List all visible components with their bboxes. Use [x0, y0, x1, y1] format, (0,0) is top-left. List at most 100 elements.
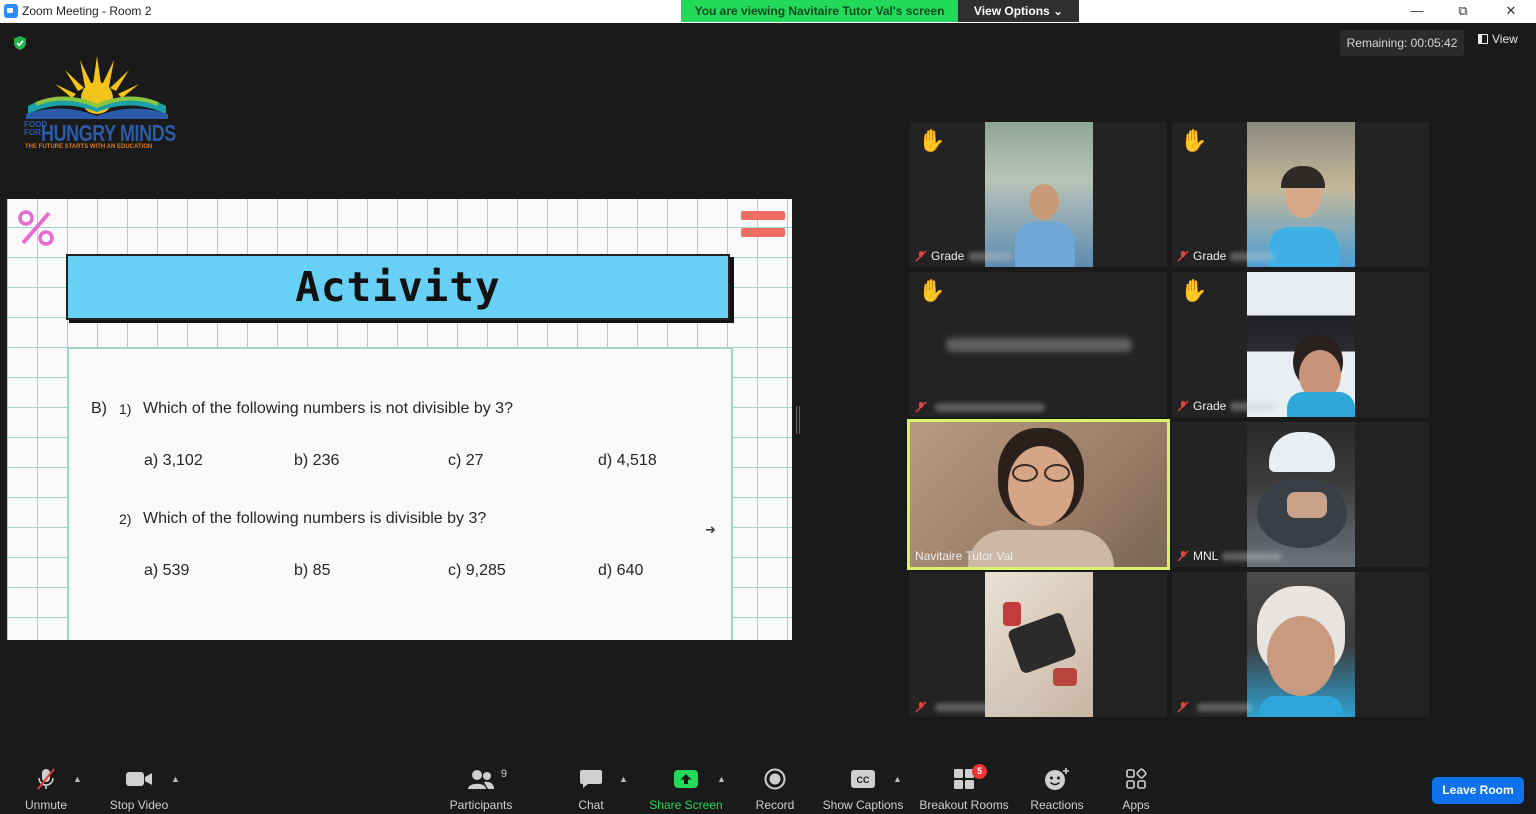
participants-button[interactable]: 9 Participants	[445, 766, 517, 812]
participant-video	[1247, 122, 1355, 267]
chat-bubble-icon	[580, 770, 602, 788]
viewing-screen-banner: You are viewing Navitaire Tutor Val's sc…	[681, 0, 958, 22]
participant-name-row: MNL	[1177, 549, 1283, 563]
active-speaker-tile[interactable]: Navitaire Tutor Val	[907, 419, 1170, 570]
question-1-number: 1)	[119, 401, 132, 417]
raised-hand-icon: ✋	[1180, 128, 1208, 153]
participant-video	[1247, 422, 1355, 567]
raised-hand-icon: ✋	[1180, 278, 1208, 303]
chat-label: Chat	[578, 798, 604, 812]
breakout-rooms-button[interactable]: 5 Breakout Rooms	[918, 764, 1010, 812]
question-1-option-b: b) 236	[294, 452, 340, 469]
participant-tile[interactable]	[1172, 572, 1429, 717]
closed-captions-icon: CC	[851, 770, 875, 788]
participant-video	[985, 122, 1093, 267]
share-options-caret-icon[interactable]: ▲	[717, 774, 726, 784]
reactions-button[interactable]: Reactions	[1028, 766, 1086, 812]
mic-muted-icon	[915, 401, 927, 413]
logo-tagline: THE FUTURE STARTS WITH AN EDUCATION	[25, 144, 153, 150]
unmute-label: Unmute	[24, 798, 68, 812]
participant-name: Grade	[931, 249, 965, 263]
split-view-resize-handle[interactable]	[796, 406, 800, 434]
logo-sun-book-graphic	[26, 56, 168, 119]
maximize-button[interactable]: ⧉	[1440, 0, 1486, 23]
view-button[interactable]: View	[1478, 32, 1518, 46]
close-button[interactable]: ✕	[1488, 0, 1534, 23]
meeting-toolbar: Unmute ▲ Stop Video ▲ 9 Participants Cha…	[0, 760, 1536, 814]
record-button[interactable]: Record	[751, 766, 799, 812]
question-1-text: Which of the following numbers is not di…	[143, 400, 513, 417]
view-button-label: View	[1492, 32, 1518, 46]
share-screen-button[interactable]: Share Screen	[648, 766, 724, 812]
chat-options-caret-icon[interactable]: ▲	[619, 774, 628, 784]
apps-button[interactable]: Apps	[1118, 766, 1154, 812]
question-1-option-d: d) 4,518	[598, 452, 657, 469]
participant-name-row: Grade	[1177, 249, 1276, 263]
participant-video	[910, 422, 1167, 567]
title-bar: Zoom Meeting - Room 2 You are viewing Na…	[0, 0, 1536, 23]
participant-name-row	[915, 701, 1040, 713]
question-2-option-a: a) 539	[144, 562, 190, 579]
raised-hand-icon: ✋	[918, 278, 946, 303]
logo-hungry-minds: HUNGRY MINDS	[41, 120, 176, 146]
arrow-right-icon: ➜	[705, 522, 716, 537]
mic-muted-icon	[1177, 550, 1189, 562]
mic-muted-icon	[1177, 250, 1189, 262]
zoom-app-icon	[4, 4, 18, 18]
slide-title: Activity	[295, 263, 501, 311]
raised-hand-icon: ✋	[918, 128, 946, 153]
stop-video-button[interactable]: Stop Video	[108, 766, 170, 812]
microphone-muted-icon	[37, 768, 55, 790]
svg-text:CC: CC	[857, 775, 870, 785]
audio-options-caret-icon[interactable]: ▲	[73, 774, 82, 784]
participant-tile[interactable]: ✋ Grade	[1172, 122, 1429, 267]
question-1-option-a: a) 3,102	[144, 452, 203, 469]
equals-icon	[741, 211, 785, 239]
window-title: Zoom Meeting - Room 2	[22, 4, 152, 18]
slide-title-banner: Activity	[66, 254, 730, 320]
unmute-button[interactable]: Unmute	[18, 766, 74, 812]
show-captions-button[interactable]: CC Show Captions	[822, 766, 904, 812]
reactions-emoji-icon	[1045, 768, 1069, 790]
participant-name: MNL	[1193, 549, 1219, 563]
participant-name: Grade	[1193, 399, 1227, 413]
participant-name-row: Navitaire Tutor Val	[915, 549, 1013, 563]
shared-screen-slide: Activity B) 1) Which of the following nu…	[7, 199, 792, 640]
logo-food-for: FOOD FOR	[24, 120, 48, 137]
apps-label: Apps	[1122, 798, 1150, 812]
apps-icon	[1126, 768, 1147, 789]
share-screen-label: Share Screen	[649, 798, 723, 812]
participant-tile[interactable]: ✋ Grade	[1172, 272, 1429, 417]
zoom-meeting-window: Zoom Meeting - Room 2 You are viewing Na…	[0, 0, 1536, 814]
mic-muted-icon	[915, 701, 927, 713]
question-2-option-b: b) 85	[294, 562, 331, 579]
participant-name-row	[1177, 701, 1252, 713]
participant-tile[interactable]: ✋	[910, 272, 1167, 417]
participant-tile[interactable]	[910, 572, 1167, 717]
mic-muted-icon	[1177, 701, 1189, 713]
leave-room-button[interactable]: Leave Room	[1432, 777, 1524, 804]
video-options-caret-icon[interactable]: ▲	[171, 774, 180, 784]
question-1-option-c: c) 27	[448, 452, 484, 469]
view-options-button[interactable]: View Options ⌄	[958, 0, 1079, 22]
question-panel: B) 1) Which of the following numbers is …	[67, 347, 733, 640]
question-2-option-d: d) 640	[598, 562, 644, 579]
participant-tile[interactable]: ✋ Grade	[910, 122, 1167, 267]
chat-button[interactable]: Chat	[571, 766, 611, 812]
captions-options-caret-icon[interactable]: ▲	[893, 774, 902, 784]
participant-name: Grade	[1193, 249, 1227, 263]
remaining-time-badge: Remaining: 00:05:42	[1340, 30, 1464, 56]
participant-name-placeholder	[946, 338, 1132, 352]
participant-tile[interactable]: MNL	[1172, 422, 1429, 567]
minimize-button[interactable]: —	[1394, 0, 1440, 23]
record-label: Record	[755, 798, 795, 812]
participants-count: 9	[500, 768, 507, 780]
breakout-rooms-badge: 5	[972, 764, 987, 779]
participant-name-row	[915, 401, 1045, 413]
mic-muted-icon	[915, 250, 927, 262]
participant-video	[1247, 272, 1355, 417]
question-2-number: 2)	[119, 511, 132, 527]
show-captions-label: Show Captions	[822, 798, 904, 812]
mic-muted-icon	[1177, 400, 1189, 412]
share-screen-icon	[674, 770, 698, 788]
